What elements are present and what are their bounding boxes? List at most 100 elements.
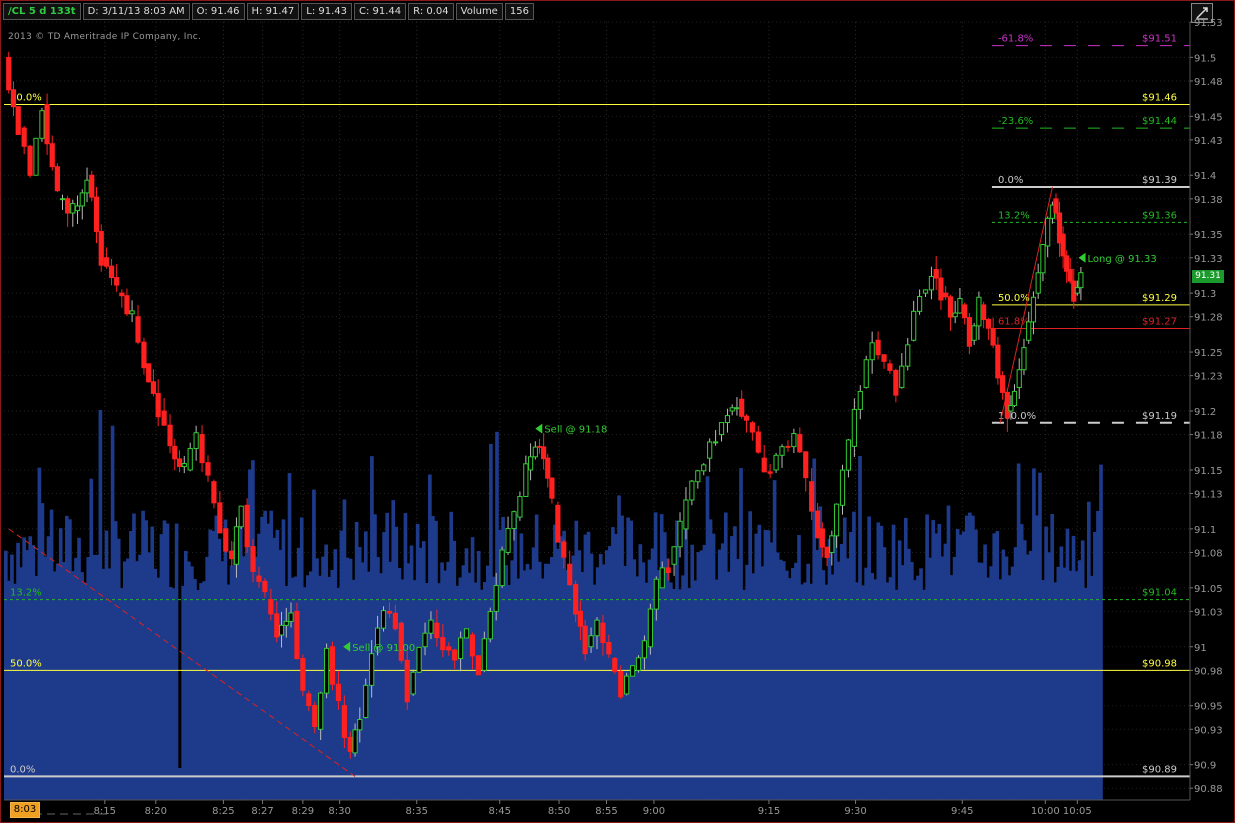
price-tick-label: 91.35 [1194, 230, 1223, 241]
candle [463, 628, 470, 639]
time-tick-label: 8:30 [328, 806, 350, 817]
candle [223, 528, 229, 552]
candle [779, 446, 785, 456]
candle [135, 316, 141, 343]
candle [21, 127, 27, 147]
candle [1030, 296, 1037, 323]
candle [701, 464, 707, 472]
volume-bar [1099, 464, 1103, 800]
candle [481, 638, 487, 671]
fib-price-label: $91.46 [1142, 93, 1177, 104]
candle [1000, 375, 1006, 393]
candle [893, 369, 899, 396]
candle [124, 295, 130, 315]
fib-pct-label: 0.0% [998, 175, 1023, 186]
candle [577, 610, 583, 627]
candle [211, 481, 217, 504]
price-tick-label: 91.23 [1194, 372, 1223, 383]
candle [256, 575, 262, 582]
candle [469, 634, 476, 657]
candle [761, 457, 767, 473]
fib-price-label: $91.51 [1142, 34, 1177, 45]
trade-marker-label: Long @ 91.33 [1088, 254, 1157, 265]
price-tick-label: 91.08 [1194, 548, 1223, 559]
candle [172, 445, 178, 460]
candle [887, 363, 893, 371]
candle [505, 527, 511, 553]
candle [300, 658, 306, 691]
candle [536, 445, 543, 448]
volume-bars [4, 410, 1103, 800]
candle [1078, 272, 1084, 289]
candle [749, 422, 755, 433]
candle [446, 646, 452, 651]
time-tick-label: 8:25 [212, 806, 234, 817]
candle [244, 504, 250, 548]
candle [119, 292, 125, 297]
candle [916, 296, 923, 312]
fib-pct-label: 50.0% [10, 658, 42, 669]
candle [440, 637, 446, 651]
time-tick-label: 9:45 [951, 806, 973, 817]
price-chart[interactable]: -61.8% $91.51 50.0% $91.46 -23.6% $91.44 0.0% $… [0, 0, 1235, 823]
candle [103, 257, 109, 267]
candle [659, 567, 665, 589]
fib-price-label: $91.04 [1142, 588, 1177, 599]
fib-price-label: $90.98 [1142, 658, 1177, 669]
candle [819, 528, 825, 548]
candle [966, 317, 973, 347]
candle [155, 392, 161, 418]
time-tick-label: 9:00 [643, 806, 665, 817]
candle [718, 422, 725, 436]
candle [369, 653, 375, 686]
candle [641, 640, 648, 659]
candle [911, 310, 917, 341]
candle [70, 203, 76, 214]
candle [612, 658, 618, 672]
candle [404, 659, 410, 703]
candle [545, 457, 551, 479]
candle [416, 646, 422, 673]
candle [380, 610, 387, 629]
candle [288, 612, 294, 622]
candle [1016, 369, 1022, 388]
candle [653, 578, 659, 610]
candle [957, 297, 963, 314]
candle [84, 179, 90, 194]
price-tick-label: 90.88 [1194, 784, 1223, 795]
candle [734, 407, 740, 410]
candle [839, 469, 846, 506]
candle [1035, 272, 1041, 294]
candle [582, 625, 588, 655]
candle [335, 683, 342, 701]
candle [511, 511, 517, 529]
candle [422, 632, 428, 648]
candle [1026, 321, 1032, 341]
price-tick-label: 91.05 [1194, 584, 1223, 595]
candle [347, 736, 353, 752]
candle [922, 289, 929, 294]
candle [671, 546, 677, 565]
price-axis: 90.88 90.9 90.93 90.95 90.98 91 91.03 91.05 91.0… [1189, 18, 1223, 800]
price-tick-label: 91.15 [1194, 466, 1223, 477]
price-tick-label: 91.2 [1194, 407, 1216, 418]
candle [995, 344, 1001, 379]
candle [713, 441, 719, 444]
price-tick-label: 90.98 [1194, 666, 1223, 677]
candle [857, 390, 863, 410]
candle [74, 205, 81, 212]
fib-price-label: $90.89 [1142, 764, 1177, 775]
candle [1074, 287, 1080, 294]
candle [517, 496, 523, 518]
candle [176, 458, 183, 468]
candle [851, 408, 857, 447]
price-tick-label: 91.03 [1194, 607, 1223, 618]
candle [1060, 233, 1066, 257]
candle [743, 415, 750, 421]
candle [618, 670, 624, 698]
price-tick-label: 91.5 [1194, 53, 1216, 64]
candle [398, 622, 404, 661]
time-tick-label: 8:50 [548, 806, 570, 817]
candle [27, 145, 33, 176]
candle [814, 510, 821, 539]
